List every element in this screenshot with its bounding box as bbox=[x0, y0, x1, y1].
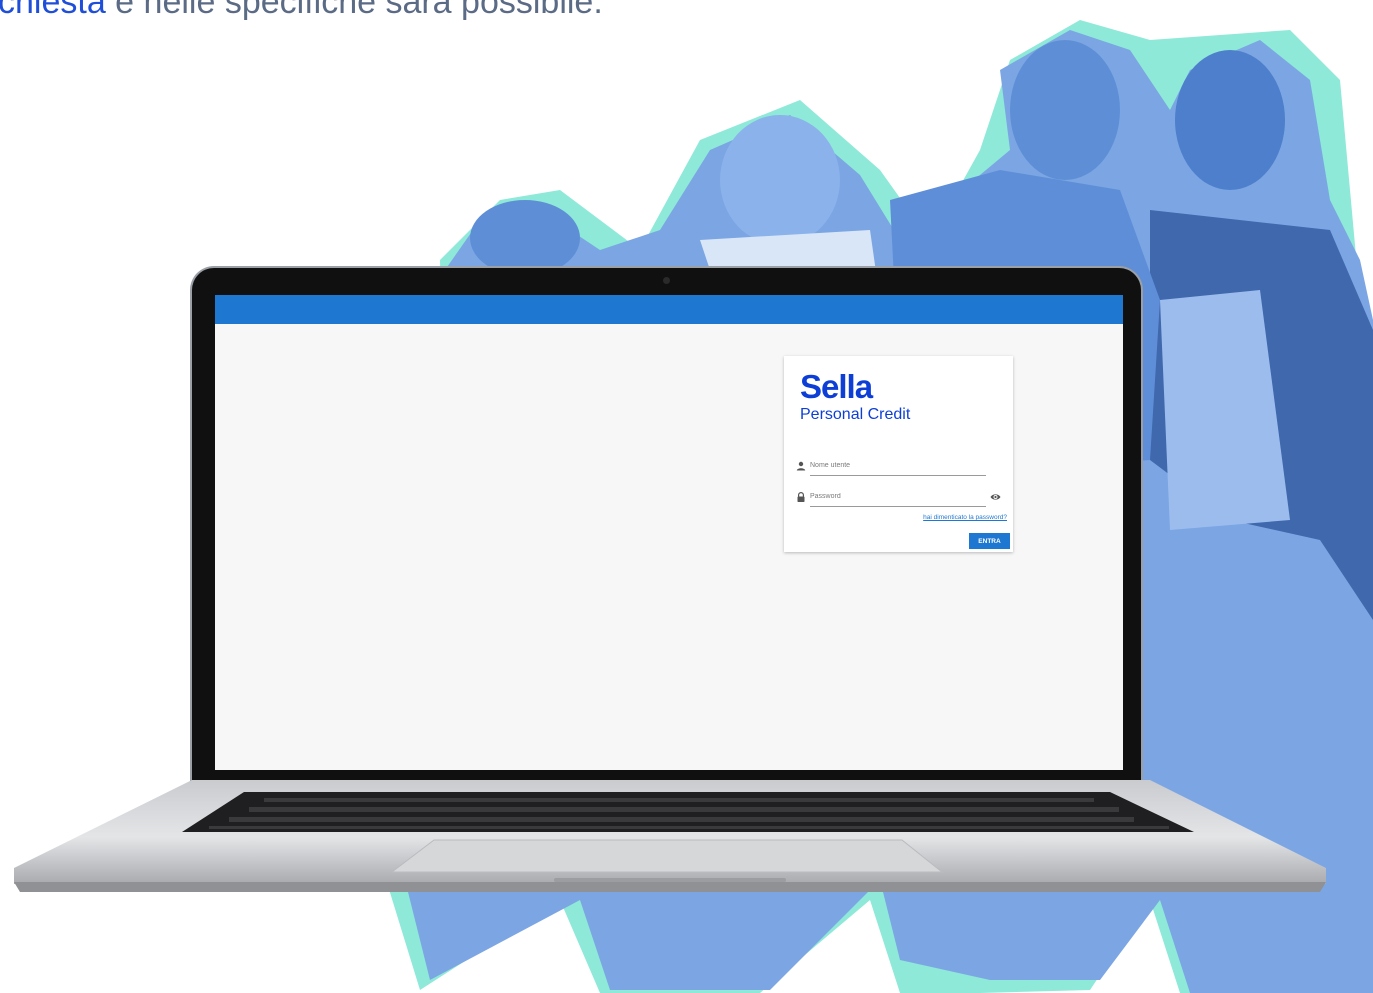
lock-icon bbox=[797, 492, 805, 502]
eye-icon[interactable] bbox=[990, 492, 1001, 502]
brand-logo: Sella bbox=[800, 368, 873, 405]
forgot-password-link[interactable]: hai dimenticato la password? bbox=[923, 514, 1007, 521]
brand-logo-subtitle: Personal Credit bbox=[800, 406, 911, 423]
laptop-base bbox=[14, 780, 1326, 892]
laptop-screen-frame: Sella Personal Credit hai dimenticato la… bbox=[192, 268, 1141, 788]
browser-viewport: Sella Personal Credit hai dimenticato la… bbox=[215, 295, 1123, 770]
user-icon bbox=[796, 461, 806, 471]
password-input[interactable] bbox=[810, 489, 986, 507]
trackpad bbox=[390, 839, 944, 873]
username-field bbox=[796, 458, 1002, 476]
app-header-bar bbox=[215, 295, 1123, 324]
login-card: Sella Personal Credit hai dimenticato la… bbox=[784, 356, 1013, 552]
password-field bbox=[796, 489, 1002, 507]
login-submit-button[interactable]: ENTRA bbox=[969, 533, 1010, 549]
webcam bbox=[663, 277, 670, 284]
username-input[interactable] bbox=[810, 458, 986, 476]
